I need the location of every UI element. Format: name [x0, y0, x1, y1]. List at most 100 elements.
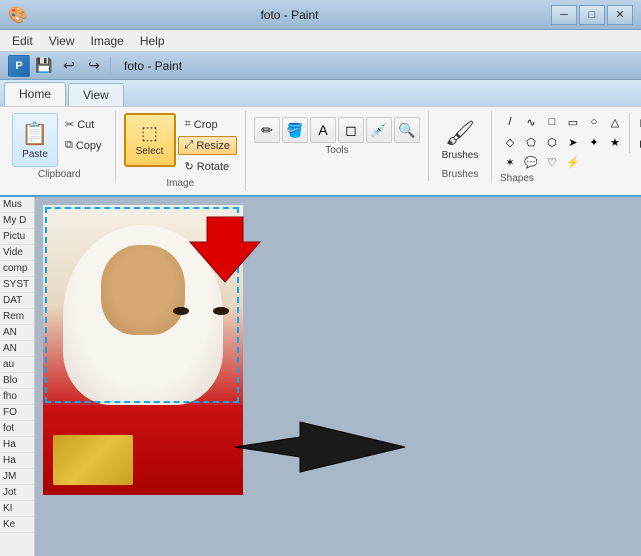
fill-bucket-button[interactable]: 🪣 — [282, 117, 308, 143]
toolbar-title: foto - Paint — [124, 59, 182, 73]
save-quick-button[interactable]: 💾 — [33, 55, 55, 77]
brushes-group: 🖌 Brushes Brushes — [433, 111, 492, 182]
shape-ellipse[interactable]: ○ — [584, 113, 604, 131]
shape-heart[interactable]: ♡ — [542, 153, 562, 171]
tab-view[interactable]: View — [68, 83, 124, 106]
shapes-grid: / ∿ □ ▭ ○ △ ◇ ⬠ ⬡ ➤ ✦ ★ — [500, 113, 625, 184]
sidebar-item-7[interactable]: Rem — [0, 309, 34, 325]
sidebar-item-3[interactable]: Vide — [0, 245, 34, 261]
window-title: foto - Paint — [28, 8, 551, 22]
menu-bar: Edit View Image Help — [0, 30, 641, 52]
shape-callout[interactable]: 💬 — [521, 153, 541, 171]
tools-group-content: ✏ 🪣 A ◻ 💉 🔍 — [254, 113, 420, 143]
shapes-row-3: ✶ 💬 ♡ ⚡ — [500, 153, 583, 171]
magnifier-button[interactable]: 🔍 — [394, 117, 420, 143]
sidebar-item-10[interactable]: au — [0, 357, 34, 373]
image-sub-buttons: ⌗ Crop ⤢ Resize ↻ Rotate — [178, 113, 237, 176]
sidebar-item-12[interactable]: fho — [0, 389, 34, 405]
shapes-row-1: / ∿ □ ▭ ○ △ — [500, 113, 625, 131]
redo-quick-button[interactable]: ↪ — [83, 55, 105, 77]
clipboard-label: Clipboard — [38, 169, 81, 180]
shape-line[interactable]: / — [500, 113, 520, 131]
sidebar-item-9[interactable]: AN — [0, 341, 34, 357]
menu-help[interactable]: Help — [132, 32, 173, 50]
eraser-button[interactable]: ◻ — [338, 117, 364, 143]
sidebar-item-19[interactable]: KI — [0, 501, 34, 517]
shape-roundrect[interactable]: ▭ — [563, 113, 583, 131]
sidebar-item-13[interactable]: FO — [0, 405, 34, 421]
sidebar-item-0[interactable]: Mus — [0, 197, 34, 213]
crop-button[interactable]: ⌗ Crop — [178, 115, 237, 134]
copy-button[interactable]: ⧉ Copy — [60, 136, 107, 155]
image-group: ⬚ Select ⌗ Crop ⤢ Resize ↻ Rotate — [120, 111, 246, 191]
main-area: Mus My D Pictu Vide comp SYST DAT Rem AN… — [0, 197, 641, 556]
shape-star6[interactable]: ✶ — [500, 153, 520, 171]
select-icon: ⬚ — [141, 123, 158, 144]
menu-edit[interactable]: Edit — [4, 32, 41, 50]
outline-button[interactable]: ◻ Outline ▼ — [634, 113, 641, 132]
shape-triangle[interactable]: △ — [605, 113, 625, 131]
sidebar-item-6[interactable]: DAT — [0, 293, 34, 309]
clipboard-group-content: 📋 Paste ✂ Cut ⧉ Copy — [12, 113, 107, 167]
shape-diamond[interactable]: ◇ — [500, 133, 520, 151]
shape-star4[interactable]: ✦ — [584, 133, 604, 151]
shape-arrow[interactable]: ➤ — [563, 133, 583, 151]
pencil-button[interactable]: ✏ — [254, 117, 280, 143]
crop-icon: ⌗ — [185, 118, 191, 131]
clipboard-group: 📋 Paste ✂ Cut ⧉ Copy Clipboard — [8, 111, 116, 182]
paste-label: Paste — [22, 149, 48, 160]
person-photo — [43, 205, 243, 495]
shape-curve[interactable]: ∿ — [521, 113, 541, 131]
fill-button[interactable]: ◼ Fill ▼ — [634, 134, 641, 153]
sidebar-item-17[interactable]: JM — [0, 469, 34, 485]
sidebar-item-5[interactable]: SYST — [0, 277, 34, 293]
sidebar-item-16[interactable]: Ha — [0, 453, 34, 469]
sidebar-item-2[interactable]: Pictu — [0, 229, 34, 245]
resize-button[interactable]: ⤢ Resize — [178, 136, 237, 155]
face — [101, 245, 185, 335]
sidebar-item-20[interactable]: Ke — [0, 517, 34, 533]
toolbar-separator — [110, 57, 111, 75]
resize-icon: ⤢ — [185, 139, 194, 152]
sidebar-item-8[interactable]: AN — [0, 325, 34, 341]
gold-decoration — [53, 435, 133, 485]
copy-icon: ⧉ — [65, 139, 73, 152]
rotate-button[interactable]: ↻ Rotate — [178, 157, 237, 176]
paste-button[interactable]: 📋 Paste — [12, 113, 58, 167]
eyes — [173, 307, 229, 317]
title-bar: 🎨 foto - Paint ─ □ ✕ — [0, 0, 641, 30]
eyedropper-button[interactable]: 💉 — [366, 117, 392, 143]
close-button[interactable]: ✕ — [607, 5, 633, 25]
brushes-button[interactable]: 🖌 Brushes — [437, 113, 483, 167]
minimize-button[interactable]: ─ — [551, 5, 577, 25]
shape-hexagon[interactable]: ⬡ — [542, 133, 562, 151]
brushes-label: Brushes — [442, 169, 479, 180]
tab-home[interactable]: Home — [4, 82, 66, 106]
app-menu-button[interactable]: P — [8, 55, 30, 77]
clipboard-small-buttons: ✂ Cut ⧉ Copy — [60, 113, 107, 155]
fill-bucket-icon: 🪣 — [286, 122, 303, 139]
text-button[interactable]: A — [310, 117, 336, 143]
undo-quick-button[interactable]: ↩ — [58, 55, 80, 77]
sidebar-item-1[interactable]: My D — [0, 213, 34, 229]
image-group-content: ⬚ Select ⌗ Crop ⤢ Resize ↻ Rotate — [124, 113, 237, 176]
select-button[interactable]: ⬚ Select — [124, 113, 176, 167]
menu-view[interactable]: View — [41, 32, 83, 50]
shape-pentagon[interactable]: ⬠ — [521, 133, 541, 151]
shape-rect[interactable]: □ — [542, 113, 562, 131]
sidebar-item-18[interactable]: Jot — [0, 485, 34, 501]
eraser-icon: ◻ — [345, 122, 357, 139]
maximize-button[interactable]: □ — [579, 5, 605, 25]
sidebar-item-4[interactable]: comp — [0, 261, 34, 277]
sidebar-item-14[interactable]: fot — [0, 421, 34, 437]
shape-lightning[interactable]: ⚡ — [563, 153, 583, 171]
menu-image[interactable]: Image — [82, 32, 131, 50]
sidebar-item-15[interactable]: Ha — [0, 437, 34, 453]
quick-access-toolbar: P 💾 ↩ ↪ foto - Paint — [0, 52, 641, 80]
sidebar-item-11[interactable]: Blo — [0, 373, 34, 389]
text-icon: A — [318, 122, 327, 138]
pencil-icon: ✏ — [261, 122, 273, 139]
cut-button[interactable]: ✂ Cut — [60, 115, 107, 134]
eyedropper-icon: 💉 — [370, 122, 387, 139]
shape-star5[interactable]: ★ — [605, 133, 625, 151]
